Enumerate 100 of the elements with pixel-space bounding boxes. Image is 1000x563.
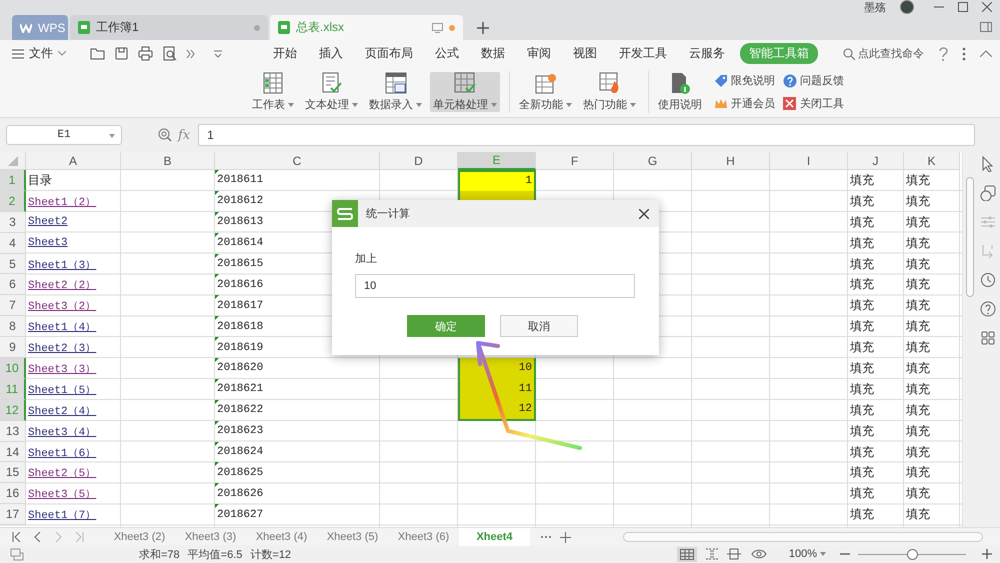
scroll-thumb[interactable] [966, 177, 974, 297]
row-header[interactable]: 14 [0, 442, 26, 462]
command-search[interactable]: 点此查找命令 [843, 46, 924, 61]
table-cell[interactable]: 10 [458, 358, 536, 379]
document-tab[interactable]: 工作簿1 [70, 15, 268, 40]
row-header[interactable]: 16 [0, 483, 26, 504]
ribbon-tab[interactable]: 云服务 [678, 43, 736, 64]
page-break-icon[interactable] [704, 548, 719, 560]
column-header[interactable]: K [904, 152, 960, 170]
sheet-tab[interactable]: Xheet4 [459, 528, 530, 546]
formula-input[interactable]: 1 [198, 124, 975, 146]
sheet-link[interactable]: Sheet3（5） [28, 486, 96, 502]
column-header[interactable]: D [380, 152, 458, 170]
eye-icon[interactable] [750, 548, 767, 560]
column-header[interactable]: H [692, 152, 770, 170]
ribbon-button[interactable]: 全新功能 [516, 72, 575, 112]
layout-icon[interactable] [726, 548, 743, 560]
ribbon-tab[interactable]: 开发工具 [608, 43, 678, 64]
normal-view-icon[interactable] [676, 546, 697, 562]
ribbon-tab[interactable]: 数据 [470, 43, 516, 64]
sheet-tab[interactable]: Xheet3 (3) [175, 528, 246, 546]
customize-icon[interactable] [213, 48, 223, 58]
ribbon-button[interactable]: 关闭工具 [783, 94, 844, 114]
sidebar-toggle-icon[interactable] [980, 22, 992, 32]
sheet-link[interactable]: Sheet1（6） [28, 444, 96, 460]
column-header[interactable]: I [770, 152, 848, 170]
ribbon-button[interactable]: 限免说明 [714, 70, 775, 90]
collapse-icon[interactable] [980, 50, 992, 57]
row-header[interactable]: 17 [0, 504, 26, 526]
sheet-link[interactable]: Sheet3 [28, 237, 68, 250]
sheet-tab[interactable]: Xheet3 (4) [246, 528, 317, 546]
sheet-link[interactable]: Sheet3（4） [28, 424, 96, 439]
ribbon-button[interactable]: 单元格处理 [430, 72, 500, 112]
row-header[interactable]: 15 [0, 462, 26, 484]
sheet-link[interactable]: Sheet1（3） [28, 256, 96, 272]
select-pointer-icon[interactable] [980, 156, 996, 172]
more-vertical-icon[interactable] [962, 46, 966, 60]
row-header[interactable]: 8 [0, 316, 26, 338]
row-header[interactable]: 9 [0, 337, 26, 358]
column-header[interactable]: A [26, 152, 121, 170]
print-icon[interactable] [138, 46, 153, 61]
column-header[interactable]: J [848, 152, 904, 170]
shapes-icon[interactable] [980, 185, 996, 201]
column-header[interactable]: C [215, 152, 380, 170]
history-icon[interactable] [980, 272, 996, 288]
help-circle-icon[interactable] [980, 301, 996, 317]
table-cell[interactable]: 1 [458, 170, 536, 191]
slider-thumb[interactable] [907, 548, 918, 560]
ribbon-button[interactable]: 使用说明 [655, 72, 705, 112]
print-preview-icon[interactable] [162, 46, 177, 61]
ribbon-button[interactable]: 文本处理 [302, 72, 361, 112]
row-header[interactable]: 3 [0, 212, 26, 233]
ribbon-button[interactable]: 热门功能 [580, 72, 639, 112]
close-icon[interactable] [639, 208, 649, 218]
sheet-tab[interactable]: Xheet3 (5) [317, 528, 388, 546]
horizontal-scrollbar[interactable] [623, 532, 983, 542]
input-field[interactable]: 10 [355, 274, 635, 298]
ribbon-tab[interactable]: 开始 [262, 43, 308, 64]
row-header[interactable]: 5 [0, 254, 26, 274]
row-header[interactable]: 7 [0, 295, 26, 316]
ribbon-tab[interactable]: 插入 [308, 43, 354, 64]
ribbon-tab[interactable]: 页面布局 [354, 43, 424, 64]
close-icon[interactable] [982, 2, 992, 12]
table-cell[interactable]: 12 [458, 400, 536, 421]
sheet-tab[interactable]: Xheet3 (2) [104, 528, 175, 546]
ribbon-button[interactable]: 问题反馈 [783, 70, 844, 90]
more-sheets-icon[interactable] [540, 535, 552, 539]
new-tab-icon[interactable] [477, 22, 489, 34]
zoom-formula-icon[interactable] [158, 128, 172, 142]
sheet-link[interactable]: Sheet1（5） [28, 382, 96, 397]
cancel-button[interactable]: 取消 [500, 315, 578, 337]
first-sheet-icon[interactable] [12, 532, 21, 542]
add-sheet-icon[interactable] [560, 532, 571, 542]
row-header[interactable]: 4 [0, 232, 26, 254]
row-header[interactable]: 6 [0, 274, 26, 296]
sheet-link[interactable]: Sheet3（2） [28, 298, 96, 314]
sheet-link[interactable]: Sheet2（5） [28, 465, 96, 480]
table-cell[interactable]: 11 [458, 378, 536, 400]
zoom-in-icon[interactable] [982, 549, 992, 559]
ribbon-button[interactable]: 工作表 [249, 72, 297, 112]
ribbon-tab[interactable]: 公式 [424, 43, 470, 64]
sheet-link[interactable]: Sheet2（2） [28, 277, 96, 292]
file-menu[interactable]: 文件 [12, 45, 66, 62]
sheet-link[interactable]: Sheet1（4） [28, 319, 96, 334]
apps-icon[interactable] [980, 330, 996, 346]
column-header[interactable]: F [536, 152, 614, 170]
sheet-link[interactable]: Sheet2 [28, 216, 68, 228]
sliders-icon[interactable] [980, 214, 996, 230]
row-header[interactable]: 13 [0, 420, 26, 442]
sheet-link[interactable]: Sheet2（3） [28, 340, 96, 356]
sheet-tab[interactable]: Xheet3 (6) [388, 528, 459, 546]
help-icon[interactable] [938, 46, 948, 60]
save-icon[interactable] [114, 46, 129, 61]
ribbon-button[interactable]: 开通会员 [714, 94, 775, 114]
sheet-link[interactable]: Sheet1（7） [28, 507, 96, 522]
maximize-icon[interactable] [958, 2, 968, 12]
more-icon[interactable] [186, 48, 196, 58]
sheet-link[interactable]: Sheet3（3） [28, 360, 96, 376]
open-folder-icon[interactable] [90, 46, 105, 61]
name-box[interactable]: E1 [6, 125, 122, 145]
